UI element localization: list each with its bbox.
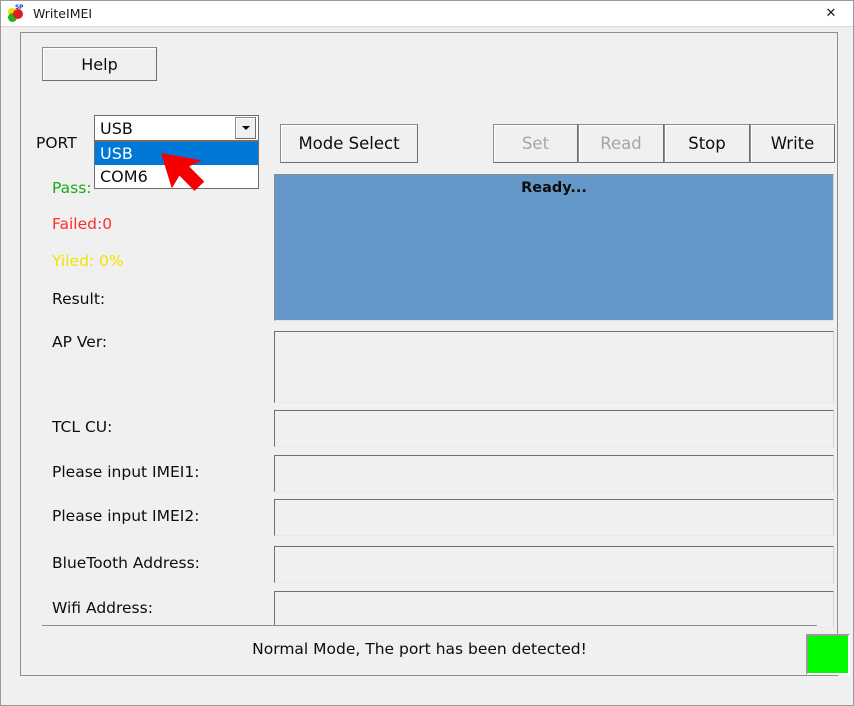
bluetooth-address-label: BlueTooth Address: — [52, 554, 200, 572]
console-message: Ready... — [521, 180, 587, 196]
status-bar: Normal Mode, The port has been detected! — [42, 625, 850, 675]
yiled-counter: Yiled: 0% — [52, 252, 124, 270]
app-window: SP WriteIMEI ✕ Help PORT USB USB COM6 Pa… — [0, 0, 854, 706]
failed-counter: Failed:0 — [52, 215, 113, 233]
write-button[interactable]: Write — [750, 124, 835, 163]
port-select-value: USB — [100, 118, 133, 138]
imei2-label: Please input IMEI2: — [52, 507, 200, 525]
wifi-address-input[interactable] — [274, 591, 834, 628]
chevron-down-icon[interactable] — [235, 117, 256, 139]
mode-select-button[interactable]: Mode Select — [280, 124, 418, 163]
close-icon[interactable]: ✕ — [809, 1, 853, 26]
imei1-input[interactable] — [274, 455, 834, 492]
port-option-usb[interactable]: USB — [95, 142, 258, 165]
port-select[interactable]: USB — [94, 115, 259, 141]
status-indicator — [806, 634, 850, 675]
tcl-cu-input[interactable] — [274, 410, 834, 447]
window-title: WriteIMEI — [33, 6, 93, 21]
wifi-address-label: Wifi Address: — [52, 599, 153, 617]
console-panel: Ready... — [274, 174, 834, 321]
title-bar: SP WriteIMEI ✕ — [1, 1, 853, 27]
imei2-input[interactable] — [274, 499, 834, 536]
port-option-com6[interactable]: COM6 — [95, 165, 258, 188]
port-dropdown-list[interactable]: USB COM6 — [94, 141, 259, 189]
port-label: PORT — [36, 134, 77, 152]
set-button[interactable]: Set — [493, 124, 578, 163]
help-button[interactable]: Help — [42, 47, 157, 81]
status-message: Normal Mode, The port has been detected! — [252, 640, 587, 658]
ap-ver-input[interactable] — [274, 331, 834, 403]
bluetooth-address-input[interactable] — [274, 546, 834, 583]
pass-counter: Pass: — [52, 179, 92, 197]
stop-button[interactable]: Stop — [664, 124, 750, 163]
imei1-label: Please input IMEI1: — [52, 463, 200, 481]
client-panel: Help PORT USB USB COM6 Pass: Failed:0 Yi… — [20, 32, 850, 676]
ap-ver-label: AP Ver: — [52, 333, 108, 351]
result-label: Result: — [52, 290, 106, 308]
tcl-cu-label: TCL CU: — [52, 418, 113, 436]
read-button[interactable]: Read — [578, 124, 664, 163]
app-logo-icon: SP — [8, 4, 26, 23]
